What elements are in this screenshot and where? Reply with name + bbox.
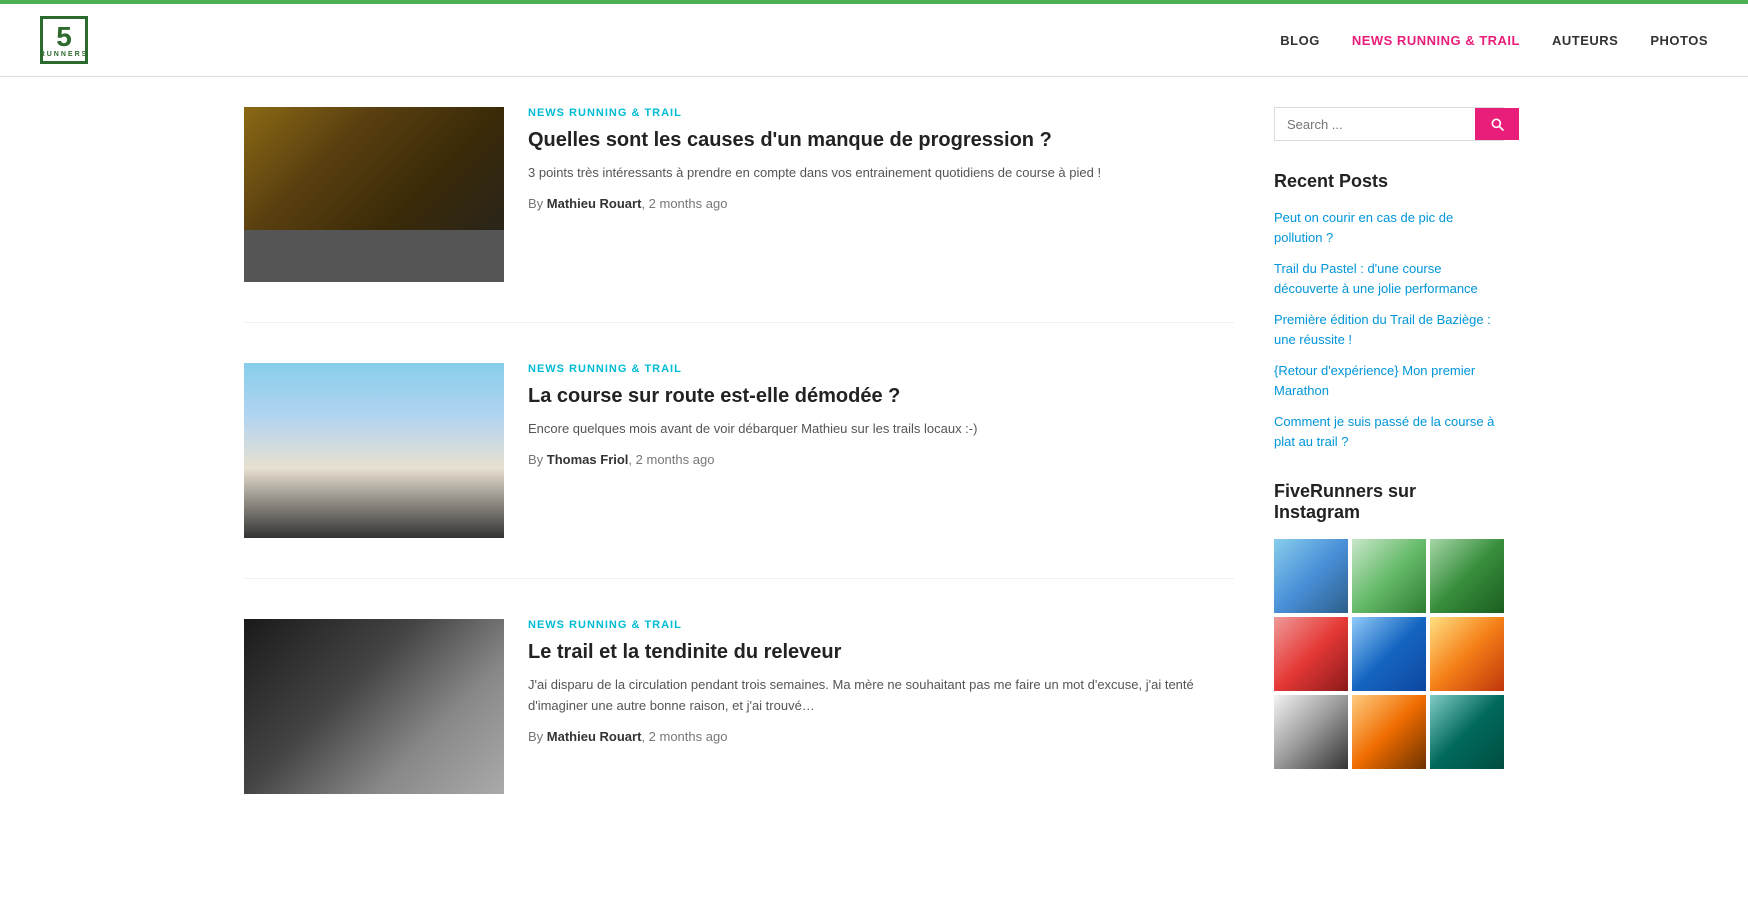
article-meta: NEWS RUNNING & TRAIL La course sur route…	[528, 363, 1234, 538]
article-author: Mathieu Rouart	[547, 196, 642, 211]
recent-post-item: Première édition du Trail de Baziège : u…	[1274, 310, 1504, 349]
search-icon	[1489, 116, 1505, 132]
article-category: NEWS RUNNING & TRAIL	[528, 363, 1234, 375]
recent-post-link[interactable]: Trail du Pastel : d'une course découvert…	[1274, 261, 1478, 296]
article-excerpt: 3 points très intéressants à prendre en …	[528, 163, 1234, 184]
article-card: NEWS RUNNING & TRAIL Le trail et la tend…	[244, 619, 1234, 834]
instagram-widget: FiveRunners sur Instagram	[1274, 481, 1504, 769]
logo-box: 5 RUNNERS	[40, 16, 88, 64]
main-nav: BLOG NEWS RUNNING & TRAIL AUTEURS PHOTOS	[1280, 33, 1708, 48]
recent-posts-title: Recent Posts	[1274, 171, 1504, 192]
instagram-title: FiveRunners sur Instagram	[1274, 481, 1504, 523]
recent-post-item: Trail du Pastel : d'une course découvert…	[1274, 259, 1504, 298]
instagram-thumb[interactable]	[1352, 695, 1426, 769]
article-title[interactable]: Quelles sont les causes d'un manque de p…	[528, 127, 1234, 153]
nav-blog[interactable]: BLOG	[1280, 33, 1320, 48]
article-date: 2 months ago	[636, 452, 715, 467]
article-author: Thomas Friol	[547, 452, 629, 467]
article-list: NEWS RUNNING & TRAIL Quelles sont les ca…	[244, 107, 1234, 874]
article-excerpt: Encore quelques mois avant de voir débar…	[528, 419, 1234, 440]
article-thumbnail	[244, 107, 504, 282]
recent-post-link[interactable]: Comment je suis passé de la course à pla…	[1274, 414, 1494, 449]
nav-photos[interactable]: PHOTOS	[1650, 33, 1708, 48]
article-excerpt: J'ai disparu de la circulation pendant t…	[528, 675, 1234, 717]
site-header: 5 RUNNERS BLOG NEWS RUNNING & TRAIL AUTE…	[0, 4, 1748, 77]
nav-auteurs[interactable]: AUTEURS	[1552, 33, 1618, 48]
article-category: NEWS RUNNING & TRAIL	[528, 107, 1234, 119]
main-container: NEWS RUNNING & TRAIL Quelles sont les ca…	[224, 77, 1524, 904]
article-title[interactable]: La course sur route est-elle démodée ?	[528, 383, 1234, 409]
article-author: Mathieu Rouart	[547, 729, 642, 744]
instagram-thumb[interactable]	[1430, 617, 1504, 691]
recent-post-link[interactable]: {Retour d'expérience} Mon premier Marath…	[1274, 363, 1475, 398]
recent-post-link[interactable]: Peut on courir en cas de pic de pollutio…	[1274, 210, 1453, 245]
instagram-thumb[interactable]	[1352, 617, 1426, 691]
instagram-thumb[interactable]	[1430, 539, 1504, 613]
recent-post-item: {Retour d'expérience} Mon premier Marath…	[1274, 361, 1504, 400]
article-meta: NEWS RUNNING & TRAIL Le trail et la tend…	[528, 619, 1234, 794]
instagram-thumb[interactable]	[1430, 695, 1504, 769]
recent-post-link[interactable]: Première édition du Trail de Baziège : u…	[1274, 312, 1491, 347]
search-widget	[1274, 107, 1504, 141]
article-byline: By Mathieu Rouart, 2 months ago	[528, 196, 1234, 211]
instagram-thumb[interactable]	[1274, 617, 1348, 691]
article-byline: By Thomas Friol, 2 months ago	[528, 452, 1234, 467]
article-byline: By Mathieu Rouart, 2 months ago	[528, 729, 1234, 744]
nav-news-running[interactable]: NEWS RUNNING & TRAIL	[1352, 33, 1520, 48]
logo-number: 5	[56, 23, 72, 51]
recent-post-item: Comment je suis passé de la course à pla…	[1274, 412, 1504, 451]
instagram-thumb[interactable]	[1274, 695, 1348, 769]
article-date: 2 months ago	[649, 196, 728, 211]
logo-subtext: RUNNERS	[40, 51, 89, 58]
article-thumbnail	[244, 619, 504, 794]
article-card: NEWS RUNNING & TRAIL La course sur route…	[244, 363, 1234, 579]
article-category: NEWS RUNNING & TRAIL	[528, 619, 1234, 631]
recent-posts-widget: Recent Posts Peut on courir en cas de pi…	[1274, 171, 1504, 451]
article-meta: NEWS RUNNING & TRAIL Quelles sont les ca…	[528, 107, 1234, 282]
instagram-thumb[interactable]	[1274, 539, 1348, 613]
recent-post-item: Peut on courir en cas de pic de pollutio…	[1274, 208, 1504, 247]
article-thumbnail	[244, 363, 504, 538]
instagram-grid	[1274, 539, 1504, 769]
search-button[interactable]	[1475, 108, 1519, 140]
site-logo[interactable]: 5 RUNNERS	[40, 16, 88, 64]
sidebar: Recent Posts Peut on courir en cas de pi…	[1274, 107, 1504, 874]
search-input[interactable]	[1275, 108, 1475, 140]
article-title[interactable]: Le trail et la tendinite du releveur	[528, 639, 1234, 665]
article-card: NEWS RUNNING & TRAIL Quelles sont les ca…	[244, 107, 1234, 323]
article-date: 2 months ago	[649, 729, 728, 744]
instagram-thumb[interactable]	[1352, 539, 1426, 613]
